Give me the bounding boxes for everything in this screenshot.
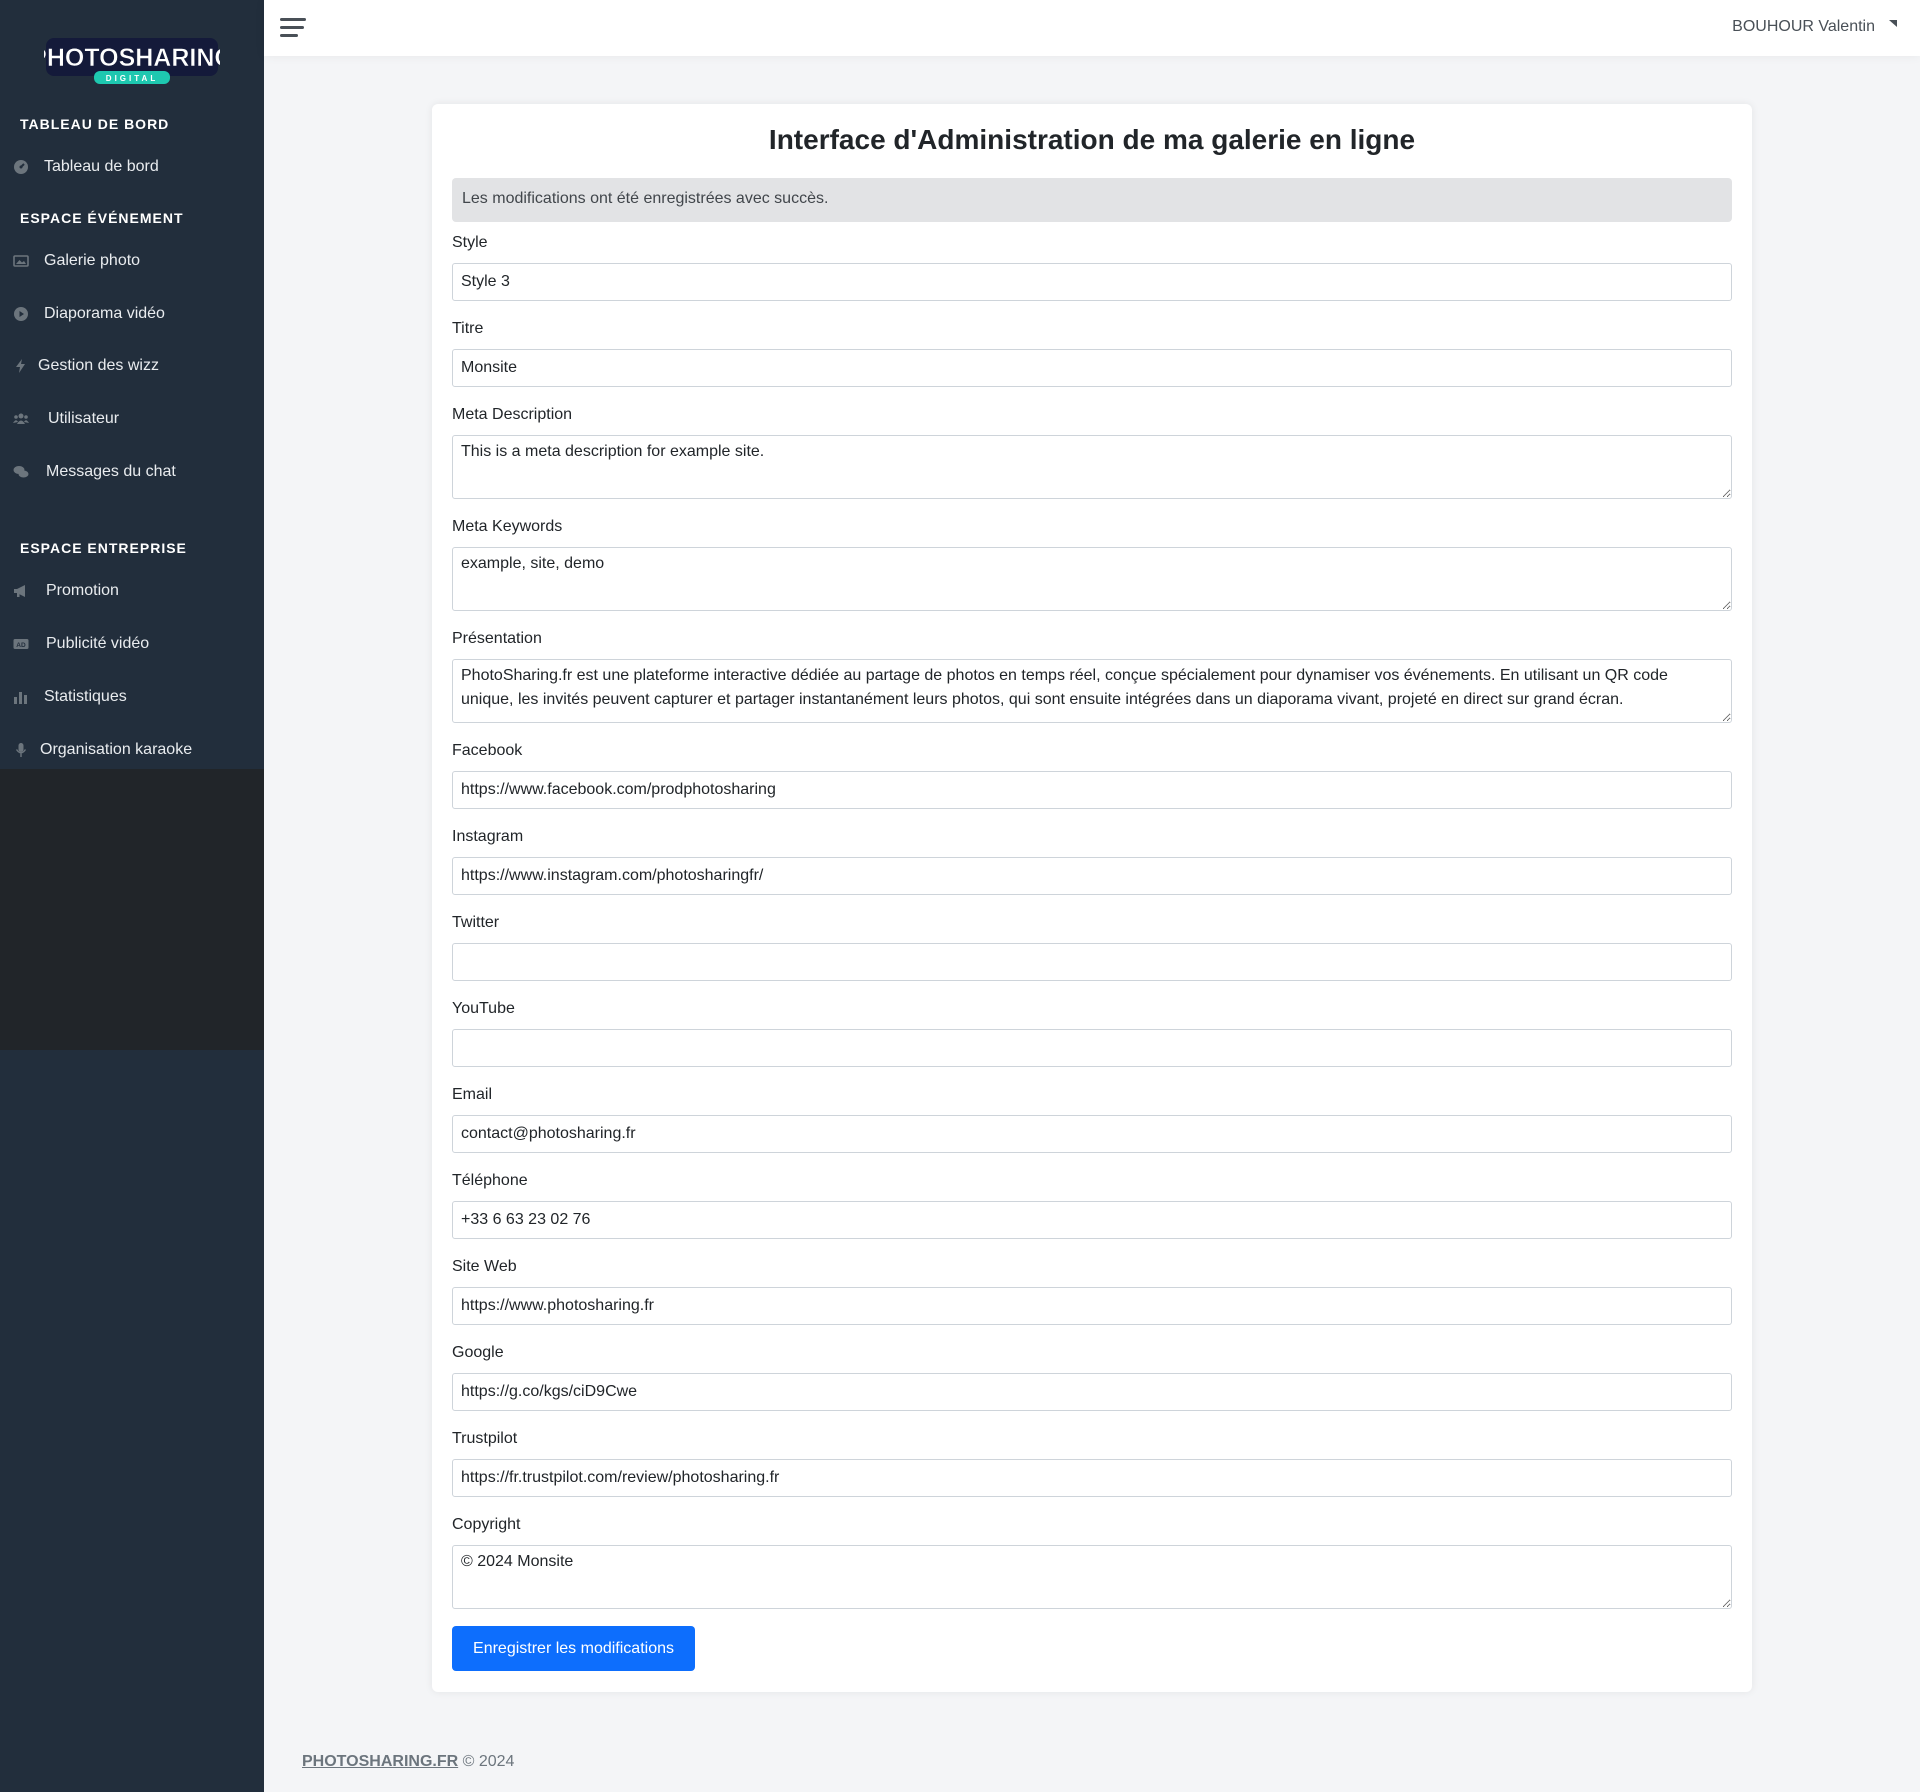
meta-keywords-label: Meta Keywords — [452, 518, 563, 535]
sidebar: PHOTOSHARING DIGITAL TABLEAU DE BORD Tab… — [0, 0, 264, 1792]
sidebar-item-label: Messages du chat — [46, 463, 176, 480]
save-button[interactable]: Enregistrer les modifications — [452, 1626, 695, 1671]
sidebar-empty-area — [0, 769, 264, 1050]
copyright-label: Copyright — [452, 1516, 521, 1533]
sidebar-item-label: Tableau de bord — [44, 158, 159, 175]
sidebar-item-label: Statistiques — [44, 688, 127, 705]
footer: PHOTOSHARING.FR © 2024 — [302, 1753, 514, 1771]
svg-text:AD: AD — [16, 642, 26, 649]
admin-form-card: Interface d'Administration de ma galerie… — [432, 104, 1752, 1692]
style-input[interactable] — [452, 263, 1732, 301]
svg-text:DIGITAL: DIGITAL — [106, 74, 158, 83]
caret-down-icon[interactable] — [1888, 18, 1898, 28]
sidebar-item-publicite-video[interactable]: AD Publicité vidéo — [0, 622, 264, 666]
email-label: Email — [452, 1086, 493, 1103]
telephone-label: Téléphone — [452, 1172, 528, 1189]
instagram-input[interactable] — [452, 857, 1732, 895]
sidebar-item-label: Promotion — [46, 582, 119, 599]
site-web-input[interactable] — [452, 1287, 1732, 1325]
facebook-label: Facebook — [452, 742, 523, 759]
sidebar-item-label: Diaporama vidéo — [44, 305, 165, 322]
meta-description-textarea[interactable]: This is a meta description for example s… — [452, 435, 1732, 499]
google-label: Google — [452, 1344, 504, 1361]
dashboard-icon — [12, 158, 30, 176]
sidebar-item-galerie-photo[interactable]: Galerie photo — [0, 239, 264, 283]
sidebar-item-label: Organisation karaoke — [40, 741, 193, 758]
megaphone-icon — [12, 582, 30, 600]
sidebar-item-organisation-karaoke[interactable]: Organisation karaoke — [0, 728, 264, 772]
bar-chart-icon — [12, 688, 30, 706]
google-input[interactable] — [452, 1373, 1732, 1411]
trustpilot-input[interactable] — [452, 1459, 1732, 1497]
youtube-label: YouTube — [452, 1000, 515, 1017]
sidebar-item-tableau-de-bord[interactable]: Tableau de bord — [0, 145, 264, 189]
section-header-tableau-de-bord: TABLEAU DE BORD — [20, 116, 170, 132]
style-label: Style — [452, 234, 488, 251]
image-icon — [12, 252, 30, 270]
instagram-label: Instagram — [452, 828, 524, 845]
presentation-label: Présentation — [452, 630, 542, 647]
users-icon — [12, 410, 30, 428]
site-web-label: Site Web — [452, 1258, 517, 1275]
copyright-textarea[interactable]: © 2024 Monsite — [452, 1545, 1732, 1609]
success-alert: Les modifications ont été enregistrées a… — [452, 178, 1732, 222]
bolt-icon — [12, 357, 30, 375]
twitter-label: Twitter — [452, 914, 500, 931]
sidebar-item-promotion[interactable]: Promotion — [0, 569, 264, 613]
section-header-espace-evenement: ESPACE ÉVÉNEMENT — [20, 210, 184, 226]
sidebar-item-label: Gestion des wizz — [38, 357, 159, 374]
sidebar-item-label: Galerie photo — [44, 252, 141, 269]
topbar: BOUHOUR Valentin — [264, 0, 1920, 56]
brand-logo[interactable]: PHOTOSHARING DIGITAL — [44, 34, 220, 86]
sidebar-item-utilisateur[interactable]: Utilisateur — [0, 397, 264, 441]
titre-label: Titre — [452, 320, 484, 337]
telephone-input[interactable] — [452, 1201, 1732, 1239]
photosharing-logo: PHOTOSHARING DIGITAL — [44, 38, 220, 84]
sidebar-item-label: Utilisateur — [48, 410, 120, 427]
email-input[interactable] — [452, 1115, 1732, 1153]
chat-icon — [12, 463, 30, 481]
sidebar-item-gestion-des-wizz[interactable]: Gestion des wizz — [0, 344, 264, 388]
play-circle-icon — [12, 305, 30, 323]
ad-icon: AD — [12, 635, 30, 653]
sidebar-item-messages-du-chat[interactable]: Messages du chat — [0, 450, 264, 494]
page-title: Interface d'Administration de ma galerie… — [768, 124, 1416, 155]
sidebar-item-diaporama-video[interactable]: Diaporama vidéo — [0, 292, 264, 336]
meta-keywords-textarea[interactable]: example, site, demo — [452, 547, 1732, 611]
microphone-icon — [12, 741, 30, 759]
section-header-espace-entreprise: ESPACE ENTREPRISE — [20, 540, 187, 556]
footer-copyright: © 2024 — [462, 1753, 515, 1770]
trustpilot-label: Trustpilot — [452, 1430, 518, 1447]
user-menu[interactable]: BOUHOUR Valentin — [1732, 18, 1875, 36]
meta-description-label: Meta Description — [452, 406, 573, 423]
svg-text:PHOTOSHARING: PHOTOSHARING — [44, 44, 220, 72]
menu-toggle-icon[interactable] — [280, 18, 306, 38]
facebook-input[interactable] — [452, 771, 1732, 809]
presentation-textarea[interactable]: PhotoSharing.fr est une plateforme inter… — [452, 659, 1732, 723]
twitter-input[interactable] — [452, 943, 1732, 981]
sidebar-item-statistiques[interactable]: Statistiques — [0, 675, 264, 719]
footer-link[interactable]: PHOTOSHARING.FR — [302, 1753, 458, 1770]
youtube-input[interactable] — [452, 1029, 1732, 1067]
titre-input[interactable] — [452, 349, 1732, 387]
sidebar-item-label: Publicité vidéo — [46, 635, 150, 652]
